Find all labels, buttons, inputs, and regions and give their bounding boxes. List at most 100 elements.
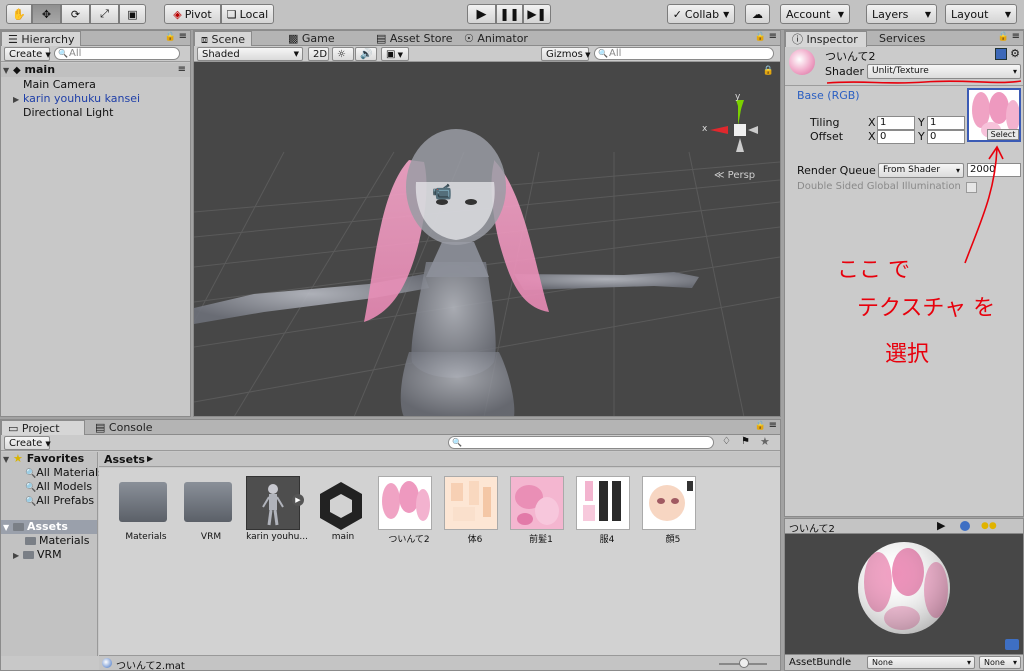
assetbundle-variant-dropdown[interactable]: None [979,656,1021,669]
scene-search-input[interactable]: All [594,47,774,60]
menu-icon[interactable]: ≡ [1012,31,1020,42]
tab-animator[interactable]: ☉ Animator [458,31,534,46]
chevron-down-icon: ▼ [924,9,931,19]
expand-arrow-icon[interactable]: ▶ [292,494,304,506]
favorite-item[interactable]: 🔍All Prefabs [1,494,97,508]
gizmos-dropdown[interactable]: Gizmos ▼ [541,47,590,61]
create-label: Create [9,438,43,449]
tab-label: Game [301,32,335,45]
tab-services[interactable]: Services [873,31,931,46]
menu-icon[interactable]: ≡ [769,31,777,42]
hierarchy-item[interactable]: ▶ karin youhuku kansei [1,92,190,106]
tab-hierarchy[interactable]: ☰ Hierarchy [1,31,81,47]
offset-y-field[interactable]: 0 [927,130,965,144]
create-dropdown[interactable]: Create ▼ [4,47,51,61]
info-icon: ⓘ [792,33,803,46]
effects-dropdown[interactable]: ▣ ▼ [381,47,409,61]
hierarchy-item[interactable]: Directional Light [1,106,190,120]
mode-2d-label: 2D [313,49,328,60]
cloud-button[interactable]: ☁ [745,4,770,24]
favorites-row[interactable]: ▼ ★ Favorites [1,452,97,466]
menu-icon[interactable]: ≡ [179,31,187,42]
layers-dropdown[interactable]: Layers ▼ [866,4,937,24]
local-icon: ❏ [226,7,237,21]
hand-tool-button[interactable]: ✋ [6,4,32,24]
chevron-down-icon: ▼ [3,66,10,75]
tag-icon[interactable]: ⚑ [741,436,750,447]
sphere-preview-icon[interactable] [960,521,970,531]
tiling-y-field[interactable]: 1 [927,116,965,130]
move-tool-button[interactable]: ✥ [32,4,61,24]
asset-folder-row[interactable]: ▶ VRM [1,548,97,562]
lighting-toggle[interactable]: ☼ [332,47,354,61]
star-icon[interactable]: ★ [760,435,770,448]
material-preview-sphere[interactable] [858,542,950,634]
breadcrumb: Assets ▶ [99,452,780,467]
breadcrumb-item[interactable]: Assets [104,453,145,466]
hierarchy-item[interactable]: Main Camera [1,78,190,92]
tab-label: Inspector [806,33,858,46]
mode-2d-button[interactable]: 2D [308,47,329,61]
texture-slot[interactable]: Select [967,88,1021,142]
tab-asset-store[interactable]: ▤ Asset Store [370,31,459,46]
menu-icon[interactable]: ≡ [178,63,186,77]
scale-tool-button[interactable]: ⤢ [90,4,119,24]
offset-x-field[interactable]: 0 [877,130,915,144]
pause-button[interactable]: ❚❚ [496,4,523,24]
tab-label: Scene [211,33,246,46]
tab-label: Asset Store [389,32,453,45]
gear-icon[interactable]: ⚙ [1010,47,1020,60]
assetbundle-dropdown[interactable]: None [867,656,975,669]
scene-row[interactable]: ▼ ◆ main ≡ [1,63,190,77]
account-dropdown[interactable]: Account ▼ [780,4,850,24]
lock-icon[interactable]: 🔒 [755,32,766,42]
light-icon[interactable]: ●● [981,521,997,531]
shading-mode-dropdown[interactable]: Shaded ▼ [197,47,303,61]
tag-icon[interactable] [1005,639,1019,650]
assets-root-row[interactable]: ▼ Assets [1,520,97,534]
play-icon[interactable]: ▶ [937,519,945,532]
rect-tool-button[interactable]: ▣ [119,4,146,24]
project-search-input[interactable] [448,436,714,449]
layout-dropdown[interactable]: Layout ▼ [945,4,1017,24]
favorite-item[interactable]: 🔍All Materials [1,466,104,480]
lock-icon[interactable]: 🔒 [998,32,1009,42]
folder-icon [23,551,34,559]
play-button[interactable]: ▶ [467,4,496,24]
tab-project[interactable]: ▭ Project [1,420,85,436]
svg-text:📹: 📹 [432,182,452,201]
tiling-x-value: 1 [880,117,887,128]
local-button[interactable]: ❏ Local [221,4,274,24]
lock-icon[interactable]: 🔒 [755,421,766,431]
hierarchy-search-input[interactable]: All [54,47,180,60]
zoom-slider-thumb[interactable] [739,658,749,668]
favorite-item[interactable]: 🔍All Models [1,480,97,494]
tab-console[interactable]: ▤ Console [89,420,159,435]
step-button[interactable]: ▶❚ [523,4,551,24]
lock-icon[interactable]: 🔒 [763,66,774,76]
create-dropdown[interactable]: Create ▼ [4,436,51,450]
orientation-gizmo[interactable]: y x [700,92,760,156]
filter-type-icon[interactable]: ♢ [722,436,731,447]
folder-icon [184,482,232,522]
asset-folder-row[interactable]: Materials [1,534,97,548]
tab-inspector[interactable]: ⓘ Inspector [785,31,867,47]
tiling-x-field[interactable]: 1 [877,116,915,130]
audio-toggle[interactable]: 🔊 [355,47,377,61]
item-label: karin youhuku kansei [23,92,141,105]
scene-name: main [24,63,56,76]
persp-label[interactable]: ≪ Persp [714,170,755,181]
lock-icon[interactable]: 🔒 [165,32,176,42]
annotation-line-3: 選択 [885,342,930,367]
collab-dropdown[interactable]: ✓ Collab ▼ [667,4,735,24]
menu-icon[interactable]: ≡ [769,420,777,431]
texture-select-button[interactable]: Select [987,129,1019,140]
tab-scene[interactable]: ⧈ Scene [194,31,252,47]
tab-game[interactable]: ▩ Game [282,31,341,46]
scene-viewport[interactable]: 📹 y x ≪ Persp 🔒 [194,62,780,416]
book-icon[interactable] [995,48,1007,60]
assetbundle-variant-value: None [984,658,1005,667]
rotate-tool-button[interactable]: ⟳ [61,4,90,24]
folder-icon [13,523,24,531]
pivot-button[interactable]: ◈ Pivot [164,4,221,24]
